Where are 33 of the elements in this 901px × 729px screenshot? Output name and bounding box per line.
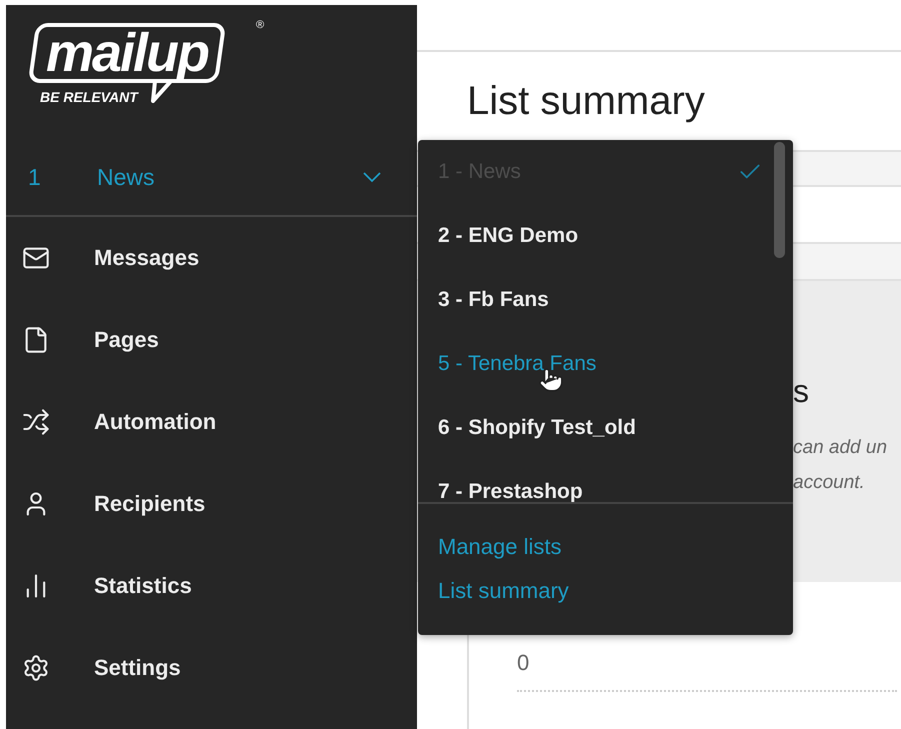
panel-text: account. (793, 471, 866, 495)
panel-heading: s (793, 373, 810, 410)
nav-label: Messages (94, 245, 200, 271)
nav-item[interactable]: Statistics (6, 545, 417, 627)
stat-value: 0 (517, 650, 897, 692)
nav-label: Automation (94, 409, 216, 435)
list-option[interactable]: 7 - Prestashop (418, 460, 793, 502)
list-option[interactable]: 5 - Tenebra Fans (418, 332, 793, 396)
list-number: 1 (28, 164, 42, 191)
nav-item[interactable]: Automation (6, 381, 417, 463)
nav-label: Statistics (94, 573, 192, 599)
chevron-icon (363, 172, 381, 183)
nav-item[interactable]: Messages (6, 217, 417, 299)
logo-wordmark: mailup (46, 26, 208, 80)
nav-label: Settings (94, 655, 181, 681)
nav-label: Recipients (94, 491, 206, 517)
nav-item[interactable]: Recipients (6, 463, 417, 545)
page-title: List summary (467, 78, 705, 124)
nav-label: Pages (94, 327, 159, 353)
nav-item[interactable]: Pages (6, 299, 417, 381)
settings-icon (22, 654, 50, 682)
registered-mark: ® (256, 19, 264, 31)
list-option[interactable]: 6 - Shopify Test_old (418, 396, 793, 460)
menu-link[interactable]: Manage lists (438, 532, 562, 562)
scrollbar[interactable] (774, 142, 785, 258)
list-name: News (97, 164, 156, 191)
shuffle-icon (22, 408, 50, 436)
list-option[interactable]: 2 - ENG Demo (418, 204, 793, 268)
list-option[interactable]: 3 - Fb Fans (418, 268, 793, 332)
logo-tagline: BE RELEVANT (40, 89, 138, 105)
panel-text: can add un (793, 436, 888, 460)
menu-link[interactable]: List summary (438, 576, 569, 606)
nav-item[interactable]: Settings (6, 627, 417, 709)
